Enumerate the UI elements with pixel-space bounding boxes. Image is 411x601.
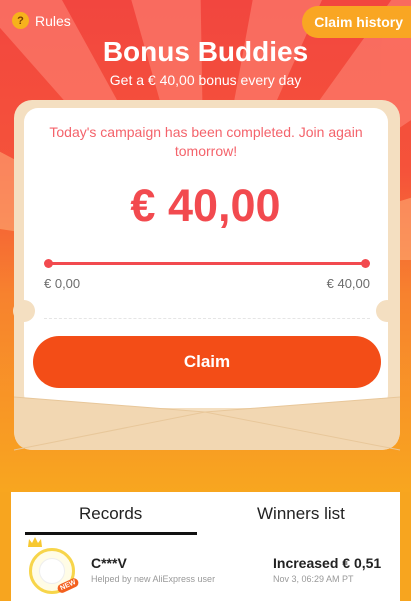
record-description: Helped by new AliExpress user	[91, 574, 216, 584]
avatar: NEW	[29, 548, 81, 595]
envelope-flap	[13, 396, 401, 451]
avatar-image	[39, 558, 65, 584]
tab-winners-list[interactable]: Winners list	[257, 504, 345, 524]
record-amount: Increased € 0,51	[273, 555, 382, 571]
active-tab-indicator	[25, 532, 197, 535]
record-user-name: C***V	[91, 555, 127, 571]
crown-icon	[28, 537, 42, 547]
tab-records[interactable]: Records	[79, 504, 142, 524]
record-timestamp: Nov 3, 06:29 AM PT	[273, 574, 354, 584]
records-panel: Records Winners list NEW C***V Helped by…	[11, 492, 400, 601]
hero-banner: ? Rules Claim history Bonus Buddies Get …	[0, 0, 411, 492]
